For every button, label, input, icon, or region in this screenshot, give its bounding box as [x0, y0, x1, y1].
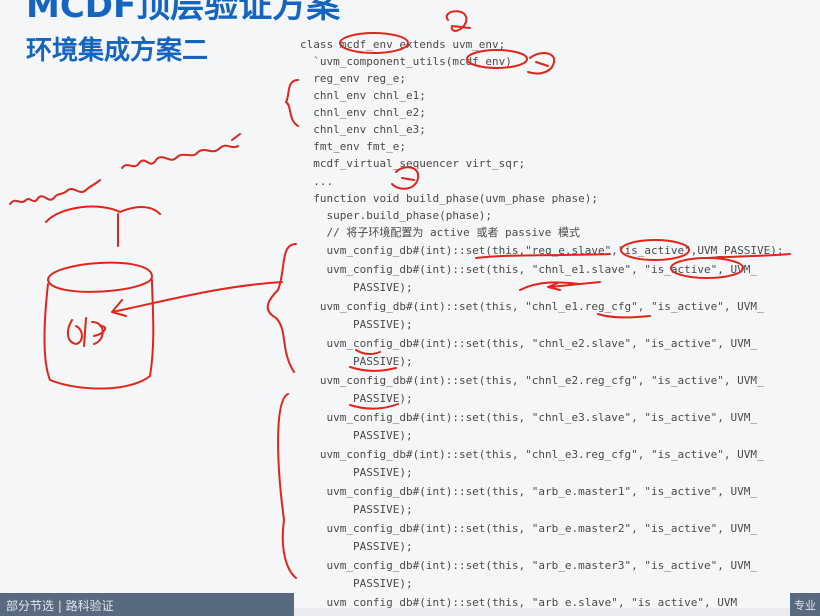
code-line: reg_env reg_e; — [300, 72, 406, 85]
code-line: PASSIVE); — [300, 577, 413, 590]
code-line: mcdf_virtual_sequencer virt_sqr; — [300, 157, 526, 170]
code-line: PASSIVE); — [300, 392, 413, 405]
code-line: uvm_config_db#(int)::set(this, "chnl_e2.… — [300, 374, 764, 387]
bottom-strip — [294, 608, 790, 616]
code-line: super.build_phase(phase); — [300, 209, 493, 222]
code-line: PASSIVE); — [300, 429, 413, 442]
bottom-bar-right-text: 专业 — [794, 599, 816, 612]
code-line: fmt_env fmt_e; — [300, 140, 406, 153]
code-line: PASSIVE); — [300, 466, 413, 479]
code-line: chnl_env chnl_e2; — [300, 106, 426, 119]
code-line: PASSIVE); — [300, 355, 413, 368]
code-line: class mcdf_env extends uvm_env; — [300, 38, 506, 51]
code-line: PASSIVE); — [300, 540, 413, 553]
code-line: chnl_env chnl_e1; — [300, 89, 426, 102]
code-line: PASSIVE); — [300, 503, 413, 516]
bottom-bar-text: 部分节选 | 路科验证 — [6, 599, 114, 613]
code-line: uvm_config_db#(int)::set(this, "arb_e.ma… — [300, 522, 757, 535]
code-line: PASSIVE); — [300, 318, 413, 331]
code-line: uvm_config_db#(int)::set(this, "arb_e.ma… — [300, 559, 757, 572]
code-line: `uvm_component_utils(mcdf_env) — [300, 55, 512, 68]
code-line: uvm_config_db#(int)::set(this, "arb_e.ma… — [300, 485, 757, 498]
code-line: PASSIVE); — [300, 281, 413, 294]
code-line: uvm_config_db#(int)::set(this, "chnl_e2.… — [300, 337, 757, 350]
code-line: function void build_phase(uvm_phase phas… — [300, 192, 599, 205]
bottom-bar-right: 专业 — [790, 593, 820, 616]
code-line: uvm_config_db#(int)::set(this,"reg_e.sla… — [300, 244, 784, 257]
code-line: uvm_config_db#(int)::set(this, "chnl_e1.… — [300, 300, 764, 313]
code-block: class mcdf_env extends uvm_env; `uvm_com… — [0, 0, 820, 616]
code-line: ... — [300, 175, 334, 188]
code-line: uvm_config_db#(int)::set(this, "chnl_e3.… — [300, 411, 757, 424]
code-line: // 将子环境配置为 active 或者 passive 模式 — [300, 226, 580, 239]
code-line: uvm_config_db#(int)::set(this, "chnl_e1.… — [300, 263, 757, 276]
code-line: uvm_config_db#(int)::set(this, "chnl_e3.… — [300, 448, 764, 461]
code-line: chnl_env chnl_e3; — [300, 123, 426, 136]
bottom-bar: 部分节选 | 路科验证 — [0, 593, 294, 616]
